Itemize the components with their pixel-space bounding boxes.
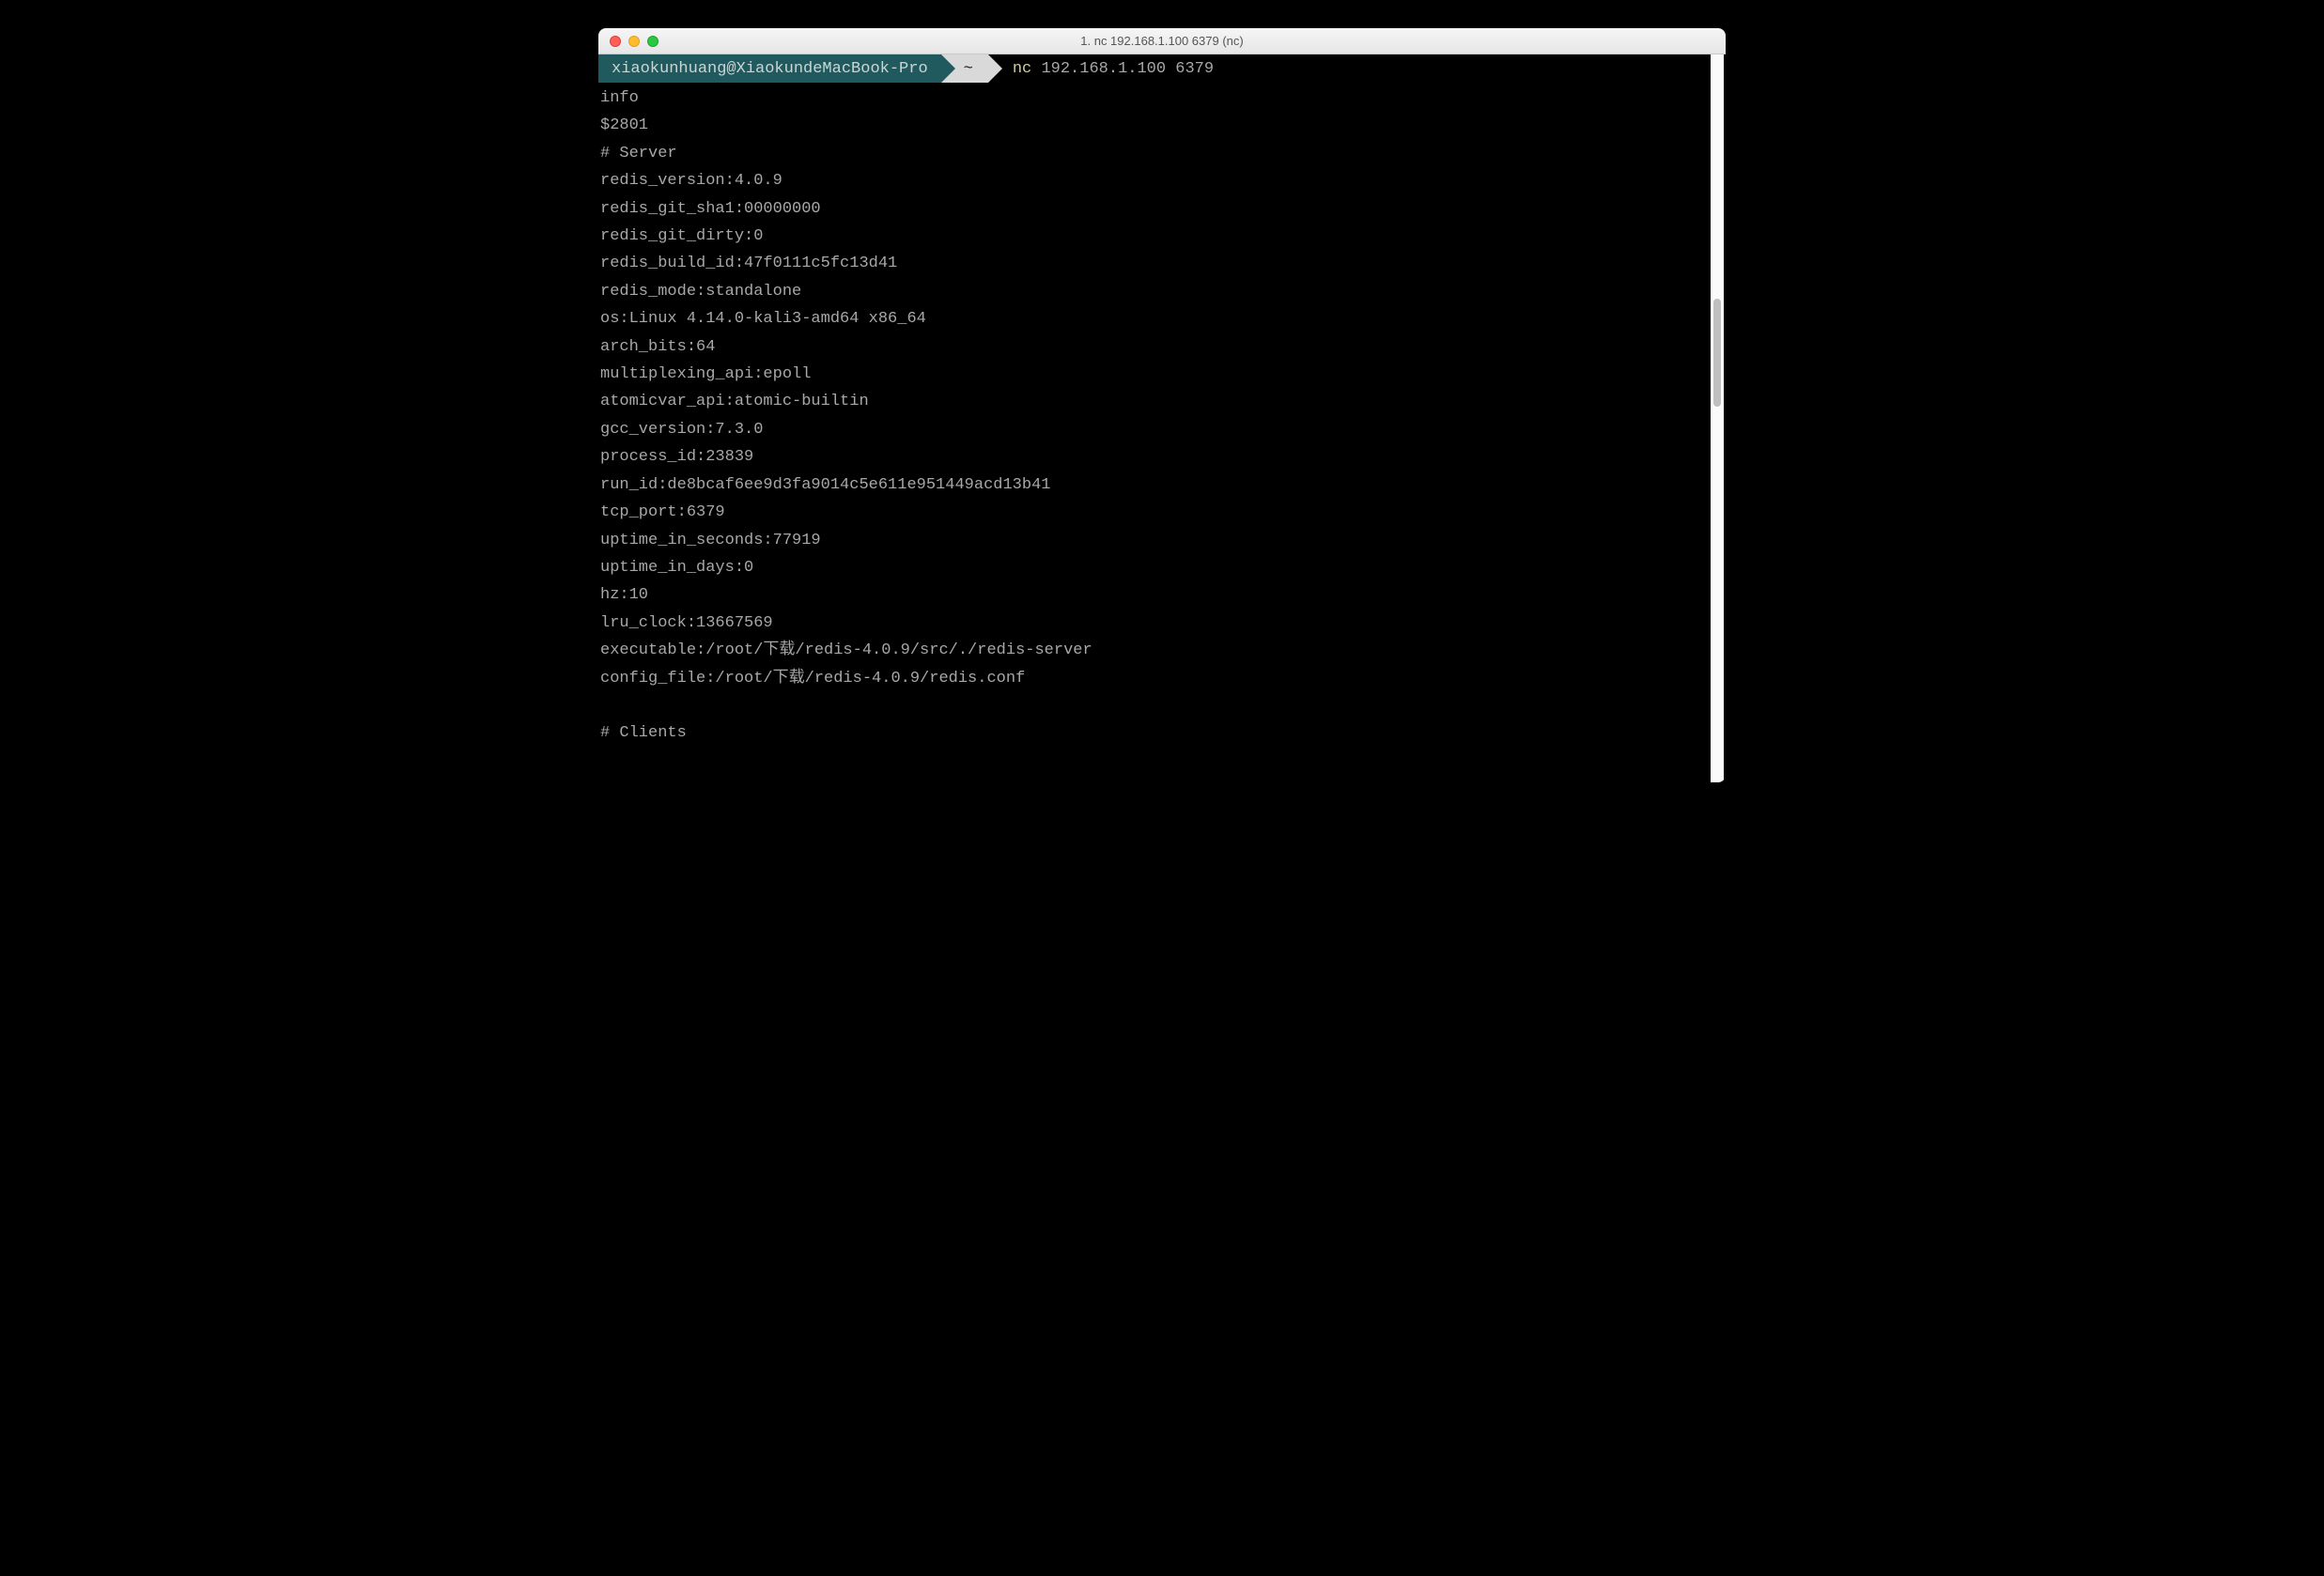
output-line: $2801 <box>598 112 1726 139</box>
output-line: process_id:23839 <box>598 443 1726 471</box>
output-line <box>598 692 1726 719</box>
command-name: nc <box>1013 60 1031 78</box>
scrollbar[interactable] <box>1711 54 1724 782</box>
output-line: arch_bits:64 <box>598 333 1726 361</box>
maximize-icon[interactable] <box>647 36 658 47</box>
output-line: redis_git_sha1:00000000 <box>598 195 1726 223</box>
terminal-body[interactable]: xiaokunhuang@XiaokundeMacBook-Pro ~ nc 1… <box>598 54 1726 782</box>
output-line: atomicvar_api:atomic-builtin <box>598 388 1726 415</box>
prompt-user-host: xiaokunhuang@XiaokundeMacBook-Pro <box>598 54 941 83</box>
window-controls <box>610 36 658 47</box>
output-line: # Clients <box>598 719 1726 747</box>
prompt-line: xiaokunhuang@XiaokundeMacBook-Pro ~ nc 1… <box>598 54 1726 83</box>
command-args: 192.168.1.100 6379 <box>1041 60 1214 78</box>
terminal-output: info$2801# Serverredis_version:4.0.9redi… <box>598 83 1726 748</box>
output-line: tcp_port:6379 <box>598 499 1726 526</box>
scroll-thumb[interactable] <box>1713 299 1721 407</box>
prompt-command: nc 192.168.1.100 6379 <box>988 54 1214 83</box>
output-line: uptime_in_seconds:77919 <box>598 527 1726 554</box>
minimize-icon[interactable] <box>628 36 640 47</box>
output-line: gcc_version:7.3.0 <box>598 416 1726 443</box>
output-line: # Server <box>598 140 1726 167</box>
terminal-window: 1. nc 192.168.1.100 6379 (nc) xiaokunhua… <box>598 28 1726 782</box>
output-line: uptime_in_days:0 <box>598 554 1726 581</box>
window-title: 1. nc 192.168.1.100 6379 (nc) <box>598 34 1726 48</box>
output-line: config_file:/root/下载/redis-4.0.9/redis.c… <box>598 665 1726 692</box>
output-line: redis_version:4.0.9 <box>598 167 1726 194</box>
output-line: redis_git_dirty:0 <box>598 223 1726 250</box>
close-icon[interactable] <box>610 36 621 47</box>
output-line: redis_build_id:47f0111c5fc13d41 <box>598 250 1726 277</box>
output-line: redis_mode:standalone <box>598 278 1726 305</box>
output-line: hz:10 <box>598 581 1726 609</box>
output-line: executable:/root/下载/redis-4.0.9/src/./re… <box>598 637 1726 664</box>
output-line: os:Linux 4.14.0-kali3-amd64 x86_64 <box>598 305 1726 332</box>
window-titlebar: 1. nc 192.168.1.100 6379 (nc) <box>598 28 1726 54</box>
output-line: multiplexing_api:epoll <box>598 361 1726 388</box>
output-line: info <box>598 85 1726 112</box>
output-line: run_id:de8bcaf6ee9d3fa9014c5e611e951449a… <box>598 471 1726 499</box>
output-line: lru_clock:13667569 <box>598 610 1726 637</box>
